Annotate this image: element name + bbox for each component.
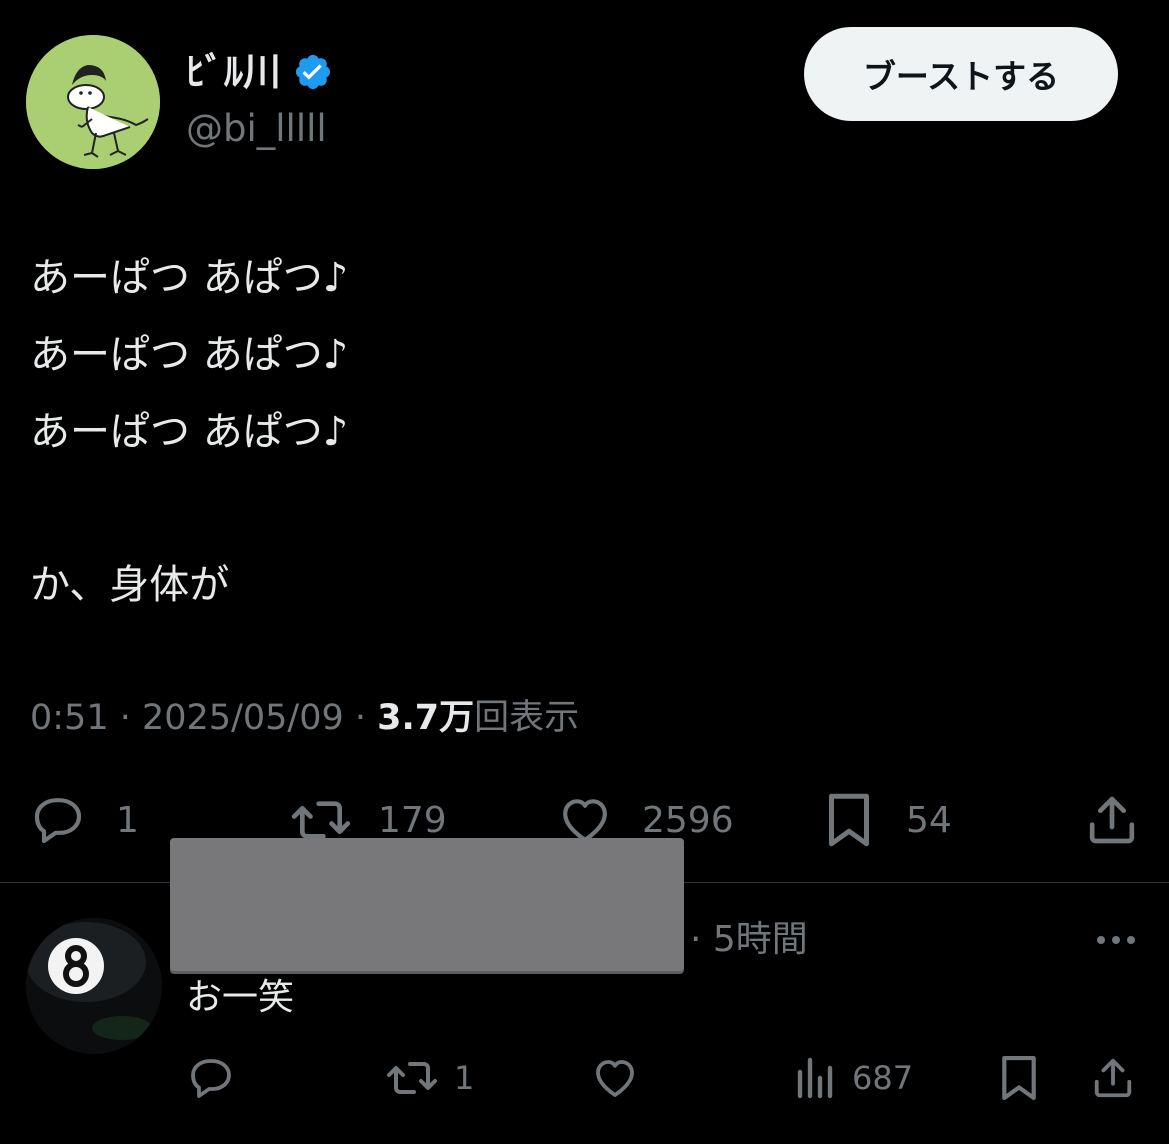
repost-count: 179 [378,799,447,841]
bookmark-count: 54 [906,799,952,841]
more-options-icon[interactable] [1094,920,1138,960]
boost-button[interactable]: ブーストする [804,27,1118,121]
post-time[interactable]: 0:51 [30,698,109,738]
views-chart-icon [797,1057,833,1099]
reply-repost-count: 1 [454,1059,475,1097]
views-suffix[interactable]: 回表示 [474,698,579,738]
reply-icon [191,1059,231,1098]
share-icon [1089,796,1135,844]
reply-count: 1 [116,799,139,841]
post-text-line: あーぱつ あぱつ♪ [30,409,349,455]
author-name-row[interactable]: ﾋﾞﾙ川 [186,46,333,98]
views-count[interactable]: 3.7万 [377,698,474,738]
post-text-spacer [30,471,1130,547]
repost-icon [387,1062,437,1094]
post-text-line: あーぱつ あぱつ♪ [30,332,349,378]
reply-share-action[interactable] [1090,1052,1136,1104]
reply-author-avatar[interactable] [26,918,162,1054]
author-display-name[interactable]: ﾋﾞﾙ川 [186,46,281,98]
bookmark-icon [829,793,869,847]
share-icon [1094,1058,1132,1098]
post-date[interactable]: 2025/05/09 [142,698,344,738]
author-handle[interactable]: @bi_lllll [186,104,327,154]
reply-like-action[interactable] [590,1052,640,1104]
bookmark-icon [1002,1055,1036,1101]
post-text: あーぱつ あぱつ♪ あーぱつ あぱつ♪ あーぱつ あぱつ♪ か、身体が [30,240,1130,624]
eight-ball-icon [26,918,162,1054]
reply-icon [34,798,82,844]
verified-badge-icon [293,52,333,92]
post-text-line: か、身体が [30,562,230,608]
reply-bookmark-action[interactable] [998,1052,1040,1104]
meta-separator: · [343,698,378,738]
reply-action[interactable]: 1 [28,790,139,850]
like-count: 2596 [642,799,734,841]
reply-reply-action[interactable] [186,1052,236,1104]
reply-timestamp[interactable]: · 5時間 [690,914,808,966]
heart-icon [596,1060,634,1097]
bookmark-action[interactable]: 54 [824,790,952,850]
redaction-box [170,838,684,971]
reply-views-action[interactable]: 687 [794,1052,913,1104]
post-text-line: あーぱつ あぱつ♪ [30,255,349,301]
meta-separator: · [108,698,142,738]
reply-repost-action[interactable]: 1 [384,1052,474,1104]
author-avatar[interactable] [26,35,160,169]
reply-text: お一笑 [186,977,295,1018]
post-meta: 0:51 · 2025/05/09 · 3.7万回表示 [30,692,579,744]
share-action[interactable] [1084,790,1140,850]
dinosaur-avatar-icon [26,35,160,169]
reply-views-count: 687 [852,1059,914,1097]
